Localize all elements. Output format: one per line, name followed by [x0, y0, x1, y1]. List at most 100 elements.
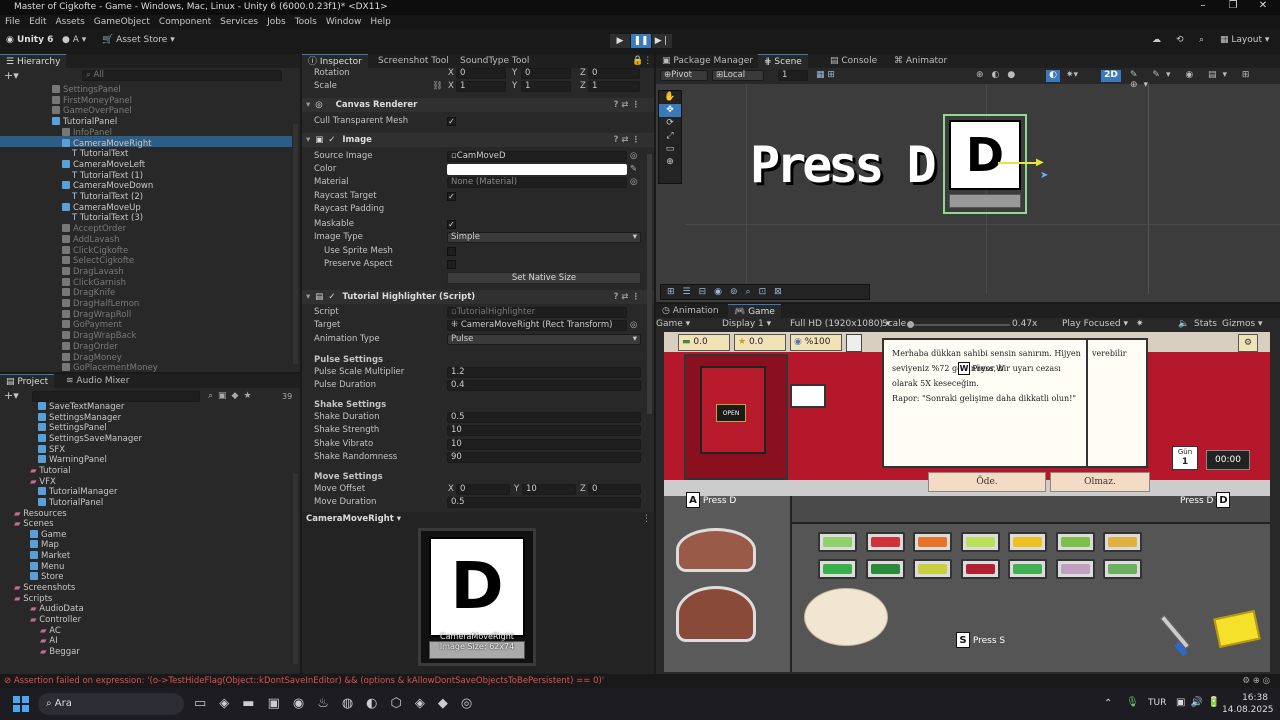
project-item[interactable]: ▰ Tutorial	[30, 466, 71, 477]
rotation-x-field[interactable]: 0	[456, 68, 506, 79]
windows-start-icon[interactable]	[13, 696, 29, 712]
image-component-header[interactable]: ▾ ▣ ✓ Image ? ⇄ ⋮	[302, 133, 654, 147]
hierarchy-item[interactable]: SelectCigkofte	[62, 256, 134, 267]
rotation-y-field[interactable]: 0	[521, 68, 571, 79]
target-picker-icon[interactable]: ◎	[630, 320, 637, 331]
game-scale-slider-handle[interactable]	[907, 321, 914, 328]
resolution-dropdown[interactable]: Full HD (1920x1080) ▾	[790, 319, 890, 329]
pay-button[interactable]: Öde.	[928, 472, 1046, 492]
move-offset-x-field[interactable]: 0	[456, 484, 510, 495]
garnish-tray[interactable]	[960, 559, 1000, 579]
pivot-dropdown[interactable]: ⊕Pivot	[660, 70, 708, 81]
minimize-icon[interactable]: –	[1190, 0, 1216, 11]
garnish-tray[interactable]	[1055, 532, 1095, 552]
hierarchy-item[interactable]: T TutorialText (1)	[72, 171, 143, 182]
menu-tools[interactable]: Tools	[295, 17, 317, 27]
garnish-tray[interactable]	[1008, 559, 1047, 579]
hierarchy-search-input[interactable]: ⌕ All	[82, 70, 282, 81]
shake-duration-field[interactable]: 0.5	[447, 412, 641, 423]
hierarchy-item[interactable]: DragKnife	[62, 288, 115, 299]
project-item[interactable]: ▰ AI	[40, 636, 58, 647]
garnish-tray[interactable]	[865, 559, 905, 579]
project-item[interactable]: ▰ Scenes	[14, 519, 54, 530]
hierarchy-item[interactable]: T TutorialText (2)	[72, 192, 143, 203]
layout-dropdown[interactable]: ▦ Layout ▾	[1220, 35, 1269, 45]
tab-scene[interactable]: ⋕ Scene	[758, 54, 808, 68]
canvas-renderer-header[interactable]: ▾ ◎ Canvas Renderer ? ⇄ ⋮	[302, 98, 654, 112]
move-tool-icon[interactable]: ✥	[659, 104, 681, 117]
preview-menu-icon[interactable]: ⋮	[642, 514, 651, 524]
add-icon[interactable]: +▾	[4, 69, 19, 82]
project-item[interactable]: WarningPanel	[38, 455, 107, 466]
shake-randomness-field[interactable]: 90	[447, 452, 641, 463]
inspector-scrollbar[interactable]	[647, 154, 652, 414]
display-dropdown[interactable]: Display 1 ▾	[722, 319, 771, 329]
close-icon[interactable]: ✕	[1250, 0, 1276, 11]
garnish-tray[interactable]	[1055, 559, 1095, 579]
garnish-tray[interactable]	[818, 532, 857, 552]
scale-z-field[interactable]: 1	[588, 81, 640, 92]
pulse-scale-field[interactable]: 1.2	[447, 367, 641, 378]
user-button[interactable]: ● A ▾	[62, 35, 86, 45]
language-indicator[interactable]: TUR	[1148, 698, 1166, 708]
hierarchy-item[interactable]: CameraMoveLeft	[62, 159, 145, 171]
image-enabled-checkbox[interactable]: ✓	[328, 135, 335, 145]
hierarchy-item[interactable]: AddLavash	[62, 234, 119, 246]
use-sprite-mesh-checkbox[interactable]	[447, 247, 456, 256]
game-settings-icon[interactable]: ✷	[1136, 319, 1144, 329]
tab-soundtype-tool[interactable]: SoundType Tool	[454, 54, 535, 68]
hierarchy-item[interactable]: DragWrapRoll	[62, 309, 131, 321]
scene-press-text[interactable]: Press D	[750, 136, 937, 194]
game-scale-slider[interactable]	[910, 324, 1010, 326]
receipt-icon[interactable]	[846, 334, 862, 352]
hierarchy-item[interactable]: DragMoney	[62, 352, 122, 364]
project-search-input[interactable]	[32, 391, 200, 402]
move-gizmo-arrow-icon[interactable]: ▶	[1036, 157, 1044, 168]
move-duration-field[interactable]: 0.5	[447, 497, 641, 508]
color-swatch[interactable]	[447, 164, 627, 175]
project-scrollbar[interactable]	[293, 474, 298, 664]
hand-tool-icon[interactable]: ✋	[659, 91, 681, 104]
project-item[interactable]: ▰ VFX	[30, 477, 56, 488]
project-filter-icons[interactable]: ⌕▣◆★	[208, 391, 257, 401]
set-native-size-button[interactable]: Set Native Size	[447, 272, 641, 284]
step-icon[interactable]: ▶❘	[652, 34, 672, 48]
tab-hierarchy[interactable]: ☰ Hierarchy	[0, 54, 67, 68]
tab-console[interactable]: ▤ Console	[824, 54, 883, 68]
hierarchy-scrollbar[interactable]	[293, 124, 298, 364]
scene-view-options[interactable]: ⊕◐●	[976, 70, 1023, 80]
hierarchy-item[interactable]: GoPayment	[62, 320, 122, 331]
menu-file[interactable]: File	[5, 17, 20, 27]
hierarchy-item[interactable]: ClickGarnish	[62, 277, 126, 289]
garnish-tray[interactable]	[865, 532, 905, 552]
menu-jobs[interactable]: Jobs	[267, 17, 286, 27]
shake-strength-field[interactable]: 10	[447, 425, 641, 436]
foldout-icon[interactable]: ▾	[306, 100, 310, 110]
rotate-tool-icon[interactable]: ⟳	[659, 117, 681, 130]
project-item[interactable]: SettingsSaveManager	[38, 433, 142, 445]
tab-screenshot-tool[interactable]: Screenshot Tool	[372, 54, 455, 68]
audio-icon[interactable]: 🔈	[1178, 319, 1189, 329]
project-item[interactable]: Market	[30, 551, 70, 562]
raycast-target-checkbox[interactable]: ✓	[447, 192, 456, 201]
cloud-icon[interactable]: ☁	[1152, 35, 1161, 45]
project-item[interactable]: TutorialManager	[38, 487, 118, 498]
highlighter-component-header[interactable]: ▾ ▤ ✓ Tutorial Highlighter (Script) ? ⇄ …	[302, 290, 654, 304]
project-item[interactable]: ▰ AudioData	[30, 604, 84, 615]
hierarchy-item[interactable]: DragWrapBack	[62, 331, 136, 342]
lighting-icon[interactable]: ✷▾	[1066, 70, 1078, 80]
maskable-checkbox[interactable]: ✓	[447, 220, 456, 229]
image-menu-icons[interactable]: ? ⇄ ⋮	[614, 133, 640, 147]
highlighter-enabled-checkbox[interactable]: ✓	[328, 292, 335, 302]
hierarchy-item[interactable]: GameOverPanel	[52, 106, 132, 117]
shading-mode-icon[interactable]: ◐	[1046, 70, 1060, 82]
unity-account-button[interactable]: ◉ Unity 6	[6, 35, 53, 45]
pulse-duration-field[interactable]: 0.4	[447, 380, 641, 391]
project-item[interactable]: TutorialPanel	[38, 497, 103, 509]
hierarchy-item[interactable]: SettingsPanel	[52, 85, 121, 96]
hierarchy-item[interactable]: T TutorialText	[72, 149, 128, 160]
2d-mode-button[interactable]: 2D	[1101, 70, 1121, 82]
tab-game[interactable]: 🎮 Game	[728, 304, 781, 318]
project-item[interactable]: ▰ Screenshots	[14, 583, 75, 594]
animation-type-dropdown[interactable]: Pulse ▾	[447, 334, 641, 345]
